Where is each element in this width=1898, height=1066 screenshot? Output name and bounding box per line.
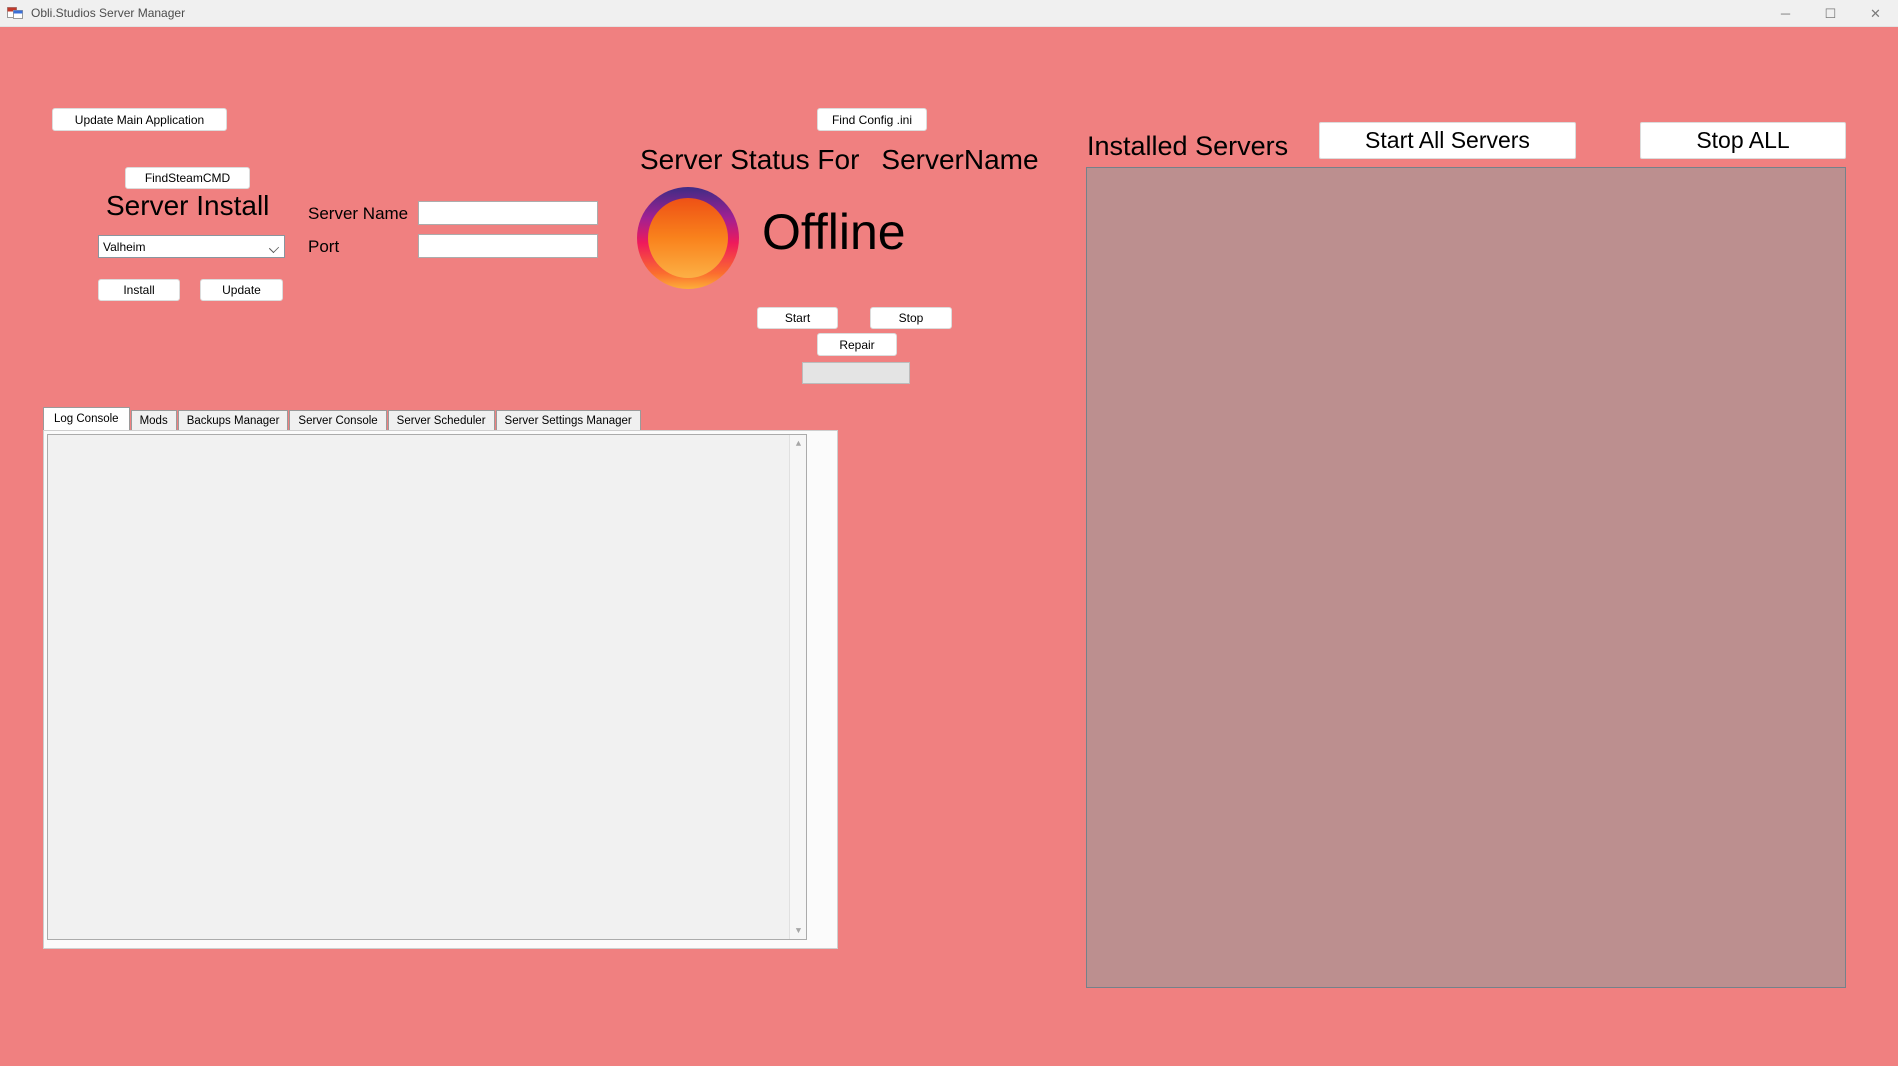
app-window: { "window": { "title": "Obli.Studios Ser… bbox=[0, 0, 1898, 1066]
server-install-heading: Server Install bbox=[106, 190, 269, 222]
tab-backups-manager[interactable]: Backups Manager bbox=[178, 410, 289, 430]
log-console-textbox[interactable]: ▲ ▼ bbox=[47, 434, 807, 940]
close-icon[interactable]: ✕ bbox=[1853, 0, 1898, 27]
titlebar: Obli.Studios Server Manager ─ ☐ ✕ bbox=[0, 0, 1898, 27]
game-select-value: Valheim bbox=[103, 240, 145, 254]
scroll-up-icon[interactable]: ▲ bbox=[790, 435, 807, 452]
stop-button[interactable]: Stop bbox=[870, 307, 952, 329]
status-indicator-icon bbox=[637, 187, 739, 289]
find-config-ini-button[interactable]: Find Config .ini bbox=[817, 108, 927, 131]
game-select-dropdown[interactable]: Valheim bbox=[98, 235, 285, 258]
update-main-application-button[interactable]: Update Main Application bbox=[52, 108, 227, 131]
server-progress-bar bbox=[802, 362, 910, 384]
installed-servers-list[interactable] bbox=[1086, 167, 1846, 988]
maximize-icon[interactable]: ☐ bbox=[1808, 0, 1853, 27]
port-input[interactable] bbox=[418, 234, 598, 258]
tab-server-scheduler[interactable]: Server Scheduler bbox=[388, 410, 495, 430]
stop-all-button[interactable]: Stop ALL bbox=[1640, 122, 1846, 159]
minimize-icon[interactable]: ─ bbox=[1763, 0, 1808, 27]
port-label: Port bbox=[308, 237, 339, 257]
installed-servers-heading: Installed Servers bbox=[1087, 131, 1288, 162]
install-button[interactable]: Install bbox=[98, 279, 180, 301]
server-name-input[interactable] bbox=[418, 201, 598, 225]
status-indicator-inner bbox=[648, 198, 728, 278]
app-icon bbox=[7, 5, 23, 21]
repair-button[interactable]: Repair bbox=[817, 333, 897, 356]
window-controls: ─ ☐ ✕ bbox=[1763, 0, 1898, 27]
tab-server-settings-manager[interactable]: Server Settings Manager bbox=[496, 410, 641, 430]
tab-log-console[interactable]: Log Console bbox=[43, 407, 130, 430]
start-all-servers-button[interactable]: Start All Servers bbox=[1319, 122, 1576, 159]
scroll-down-icon[interactable]: ▼ bbox=[790, 922, 807, 939]
update-button[interactable]: Update bbox=[200, 279, 283, 301]
tab-server-console[interactable]: Server Console bbox=[289, 410, 386, 430]
server-status-heading-prefix: Server Status For bbox=[640, 144, 859, 176]
window-title: Obli.Studios Server Manager bbox=[31, 6, 185, 20]
start-button[interactable]: Start bbox=[757, 307, 838, 329]
server-status-heading: Server Status For ServerName bbox=[640, 144, 1039, 176]
tab-mods[interactable]: Mods bbox=[131, 410, 177, 430]
tab-strip: Log Console Mods Backups Manager Server … bbox=[43, 407, 642, 430]
find-steamcmd-button[interactable]: FindSteamCMD bbox=[125, 167, 250, 189]
server-name-label: Server Name bbox=[308, 204, 408, 224]
console-scrollbar[interactable]: ▲ ▼ bbox=[789, 435, 806, 939]
server-status-heading-servername: ServerName bbox=[881, 144, 1038, 176]
chevron-down-icon bbox=[269, 243, 279, 253]
status-state-label: Offline bbox=[762, 203, 906, 261]
